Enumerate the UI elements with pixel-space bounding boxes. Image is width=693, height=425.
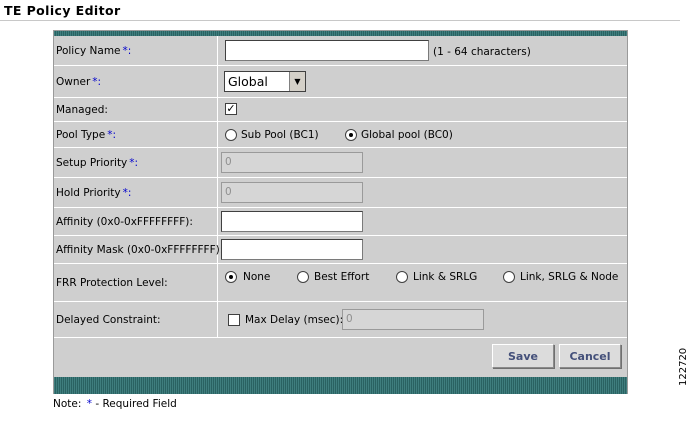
hold-priority-input[interactable]: 0 [221, 182, 363, 203]
frr-link-srlg-node-label: Link, SRLG & Node [520, 271, 619, 283]
delayed-constraint-label: Delayed Constraint: [54, 302, 218, 337]
frr-link-srlg-radio[interactable] [396, 271, 408, 283]
pool-sub-label: Sub Pool (BC1) [241, 129, 319, 141]
frr-link-srlg-label: Link & SRLG [413, 271, 478, 283]
figure-number: 122720 [678, 347, 689, 386]
row-owner: Owner *: Global ▼ [54, 66, 627, 98]
policy-name-hint: (1 - 64 characters) [433, 46, 531, 58]
max-delay-input[interactable]: 0 [342, 309, 484, 330]
row-delayed-constraint: Delayed Constraint: Max Delay (msec): 0 [54, 302, 627, 338]
frr-none-radio[interactable] [225, 271, 237, 283]
page-title: TE Policy Editor [4, 3, 121, 18]
required-field-note: Note: * - Required Field [53, 398, 177, 410]
policy-form-panel: Policy Name *: (1 - 64 characters) Owner *… [53, 30, 628, 394]
setup-priority-input[interactable]: 0 [221, 152, 363, 173]
frr-label: FRR Protection Level: [54, 264, 218, 301]
pool-type-label: Pool Type *: [54, 122, 218, 147]
required-star: *: [92, 75, 102, 88]
affinity-mask-input[interactable] [221, 239, 363, 260]
affinity-mask-label: Affinity Mask (0x0-0xFFFFFFFF): [54, 236, 223, 263]
required-star: * [86, 398, 92, 410]
hold-priority-label: Hold Priority *: [54, 178, 218, 207]
required-star: *: [122, 44, 132, 57]
required-star: *: [122, 186, 132, 199]
policy-name-label: Policy Name *: [54, 36, 218, 65]
row-pool-type: Pool Type *: Sub Pool (BC1) Global pool (… [54, 122, 627, 148]
owner-label: Owner *: [54, 66, 218, 97]
row-hold-priority: Hold Priority *: 0 [54, 178, 627, 208]
panel-bottom-stripe [54, 377, 627, 394]
row-affinity: Affinity (0x0-0xFFFFFFFF): [54, 208, 627, 236]
save-button[interactable]: Save [492, 344, 554, 368]
managed-label: Managed: [54, 98, 218, 121]
max-delay-label: Max Delay (msec): [245, 314, 344, 326]
owner-select[interactable]: Global ▼ [224, 71, 306, 92]
frr-best-effort-label: Best Effort [314, 271, 370, 283]
title-divider [0, 20, 680, 21]
affinity-input[interactable] [221, 211, 363, 232]
row-managed: Managed: ✓ [54, 98, 627, 122]
required-star: *: [107, 128, 116, 141]
frr-link-srlg-node-radio[interactable] [503, 271, 515, 283]
pool-global-label: Global pool (BC0) [361, 129, 453, 141]
row-setup-priority: Setup Priority *: 0 [54, 148, 627, 178]
chevron-down-icon[interactable]: ▼ [289, 72, 305, 91]
managed-checkbox[interactable]: ✓ [225, 103, 237, 115]
check-icon: ✓ [226, 102, 236, 115]
affinity-label: Affinity (0x0-0xFFFFFFFF): [54, 208, 218, 235]
setup-priority-label: Setup Priority *: [54, 148, 218, 177]
max-delay-checkbox[interactable] [228, 314, 240, 326]
row-policy-name: Policy Name *: (1 - 64 characters) [54, 36, 627, 66]
cancel-button[interactable]: Cancel [559, 344, 621, 368]
frr-none-label: None [243, 271, 271, 283]
required-star: *: [129, 156, 139, 169]
pool-global-radio[interactable] [345, 129, 357, 141]
row-affinity-mask: Affinity Mask (0x0-0xFFFFFFFF): [54, 236, 627, 264]
row-frr-protection: FRR Protection Level: None Best Effort L… [54, 264, 627, 302]
policy-name-input[interactable] [225, 40, 429, 61]
pool-sub-radio[interactable] [225, 129, 237, 141]
frr-best-effort-radio[interactable] [297, 271, 309, 283]
